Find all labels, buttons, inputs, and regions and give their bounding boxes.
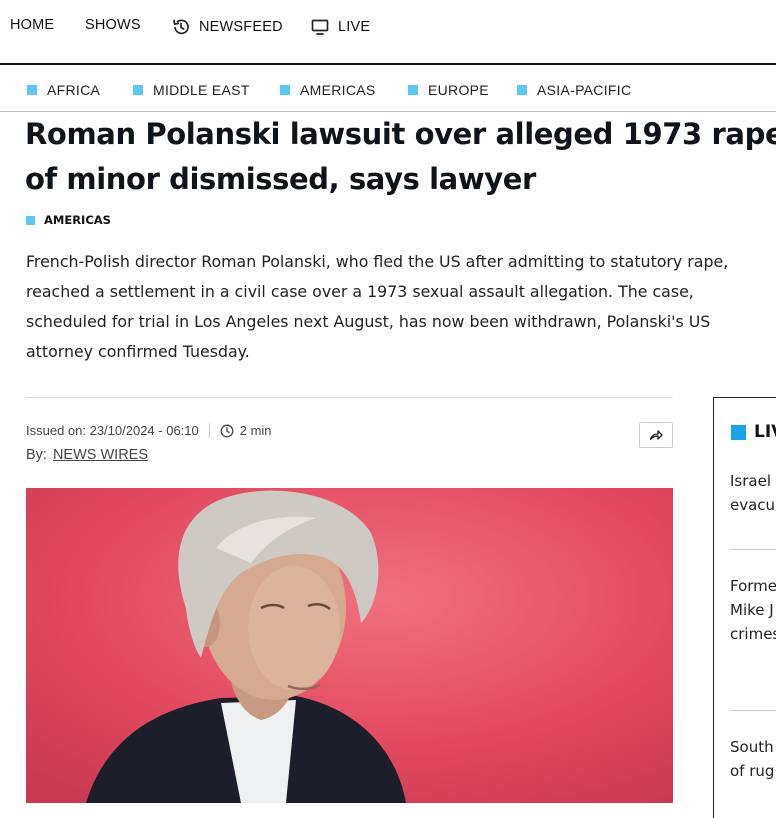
story-line: Forme (730, 577, 776, 595)
live-heading[interactable]: LIV (731, 422, 776, 442)
region-label: ASIA-PACIFIC (537, 82, 632, 98)
nav-shows[interactable]: SHOWS (85, 17, 141, 33)
region-label: EUROPE (428, 82, 489, 98)
share-icon (649, 430, 663, 441)
nav-live-label: LIVE (338, 19, 371, 35)
article-lead: French-Polish director Roman Polanski, w… (26, 252, 729, 361)
top-navigation: HOME SHOWS NEWSFEED LIVE (0, 0, 776, 50)
region-square-icon (280, 85, 290, 95)
article-meta: Issued on: 23/10/2024 - 06:10 2 min (26, 423, 272, 438)
nav-newsfeed-label: NEWSFEED (199, 19, 283, 35)
region-label: AMERICAS (300, 82, 376, 98)
nav-newsfeed[interactable]: NEWSFEED (171, 17, 283, 37)
story-divider (730, 549, 776, 550)
history-icon (173, 19, 189, 35)
live-story-2[interactable]: Forme Mike J crimes (730, 574, 776, 646)
article-category[interactable]: AMERICAS (26, 213, 111, 227)
region-square-icon (133, 85, 143, 95)
region-square-icon (27, 85, 37, 95)
monitor-icon (311, 19, 329, 35)
region-americas[interactable]: AMERICAS (280, 82, 376, 98)
author-link[interactable]: NEWS WIRES (53, 447, 148, 463)
share-button[interactable] (639, 422, 673, 448)
nav-home[interactable]: HOME (10, 17, 54, 33)
category-square-icon (26, 215, 35, 225)
article-title: Roman Polanski lawsuit over alleged 1973… (25, 117, 776, 196)
byline-label: By: (26, 447, 47, 463)
region-label: MIDDLE EAST (153, 82, 250, 98)
story-line: of rug (730, 762, 775, 780)
region-middle-east[interactable]: MIDDLE EAST (133, 82, 250, 98)
article-separator (26, 397, 673, 398)
region-square-icon (517, 85, 527, 95)
story-line: South (730, 738, 774, 756)
story-line: Israel (730, 472, 771, 490)
category-label: AMERICAS (44, 213, 111, 227)
live-square-icon (731, 424, 746, 440)
region-square-icon (408, 85, 418, 95)
portrait-image (26, 488, 673, 803)
meta-divider (208, 423, 210, 438)
story-line: Mike J (730, 601, 774, 619)
nav-live[interactable]: LIVE (310, 17, 370, 37)
story-divider (730, 710, 776, 711)
live-story-3[interactable]: South of rug (730, 735, 774, 783)
clock-icon (220, 424, 234, 437)
live-story-1[interactable]: Israel evacu (730, 469, 775, 517)
nav-home-label: HOME (10, 17, 55, 33)
nav-shows-label: SHOWS (85, 17, 141, 33)
story-line: crimes (730, 625, 776, 643)
live-heading-label: LIV (754, 422, 776, 442)
region-label: AFRICA (47, 82, 101, 98)
live-sidebar: LIV Israel evacu Forme Mike J crimes Sou… (713, 397, 776, 818)
region-africa[interactable]: AFRICA (27, 82, 100, 98)
byline: By: NEWS WIRES (26, 447, 148, 463)
issued-date: Issued on: 23/10/2024 - 06:10 (26, 423, 199, 438)
region-europe[interactable]: EUROPE (408, 82, 489, 98)
story-line: evacu (730, 496, 776, 514)
region-navigation: AFRICA MIDDLE EAST AMERICAS EUROPE ASIA-… (0, 65, 776, 111)
region-asia-pacific[interactable]: ASIA-PACIFIC (517, 82, 631, 98)
read-time: 2 min (239, 423, 272, 438)
article-photo (26, 488, 673, 803)
